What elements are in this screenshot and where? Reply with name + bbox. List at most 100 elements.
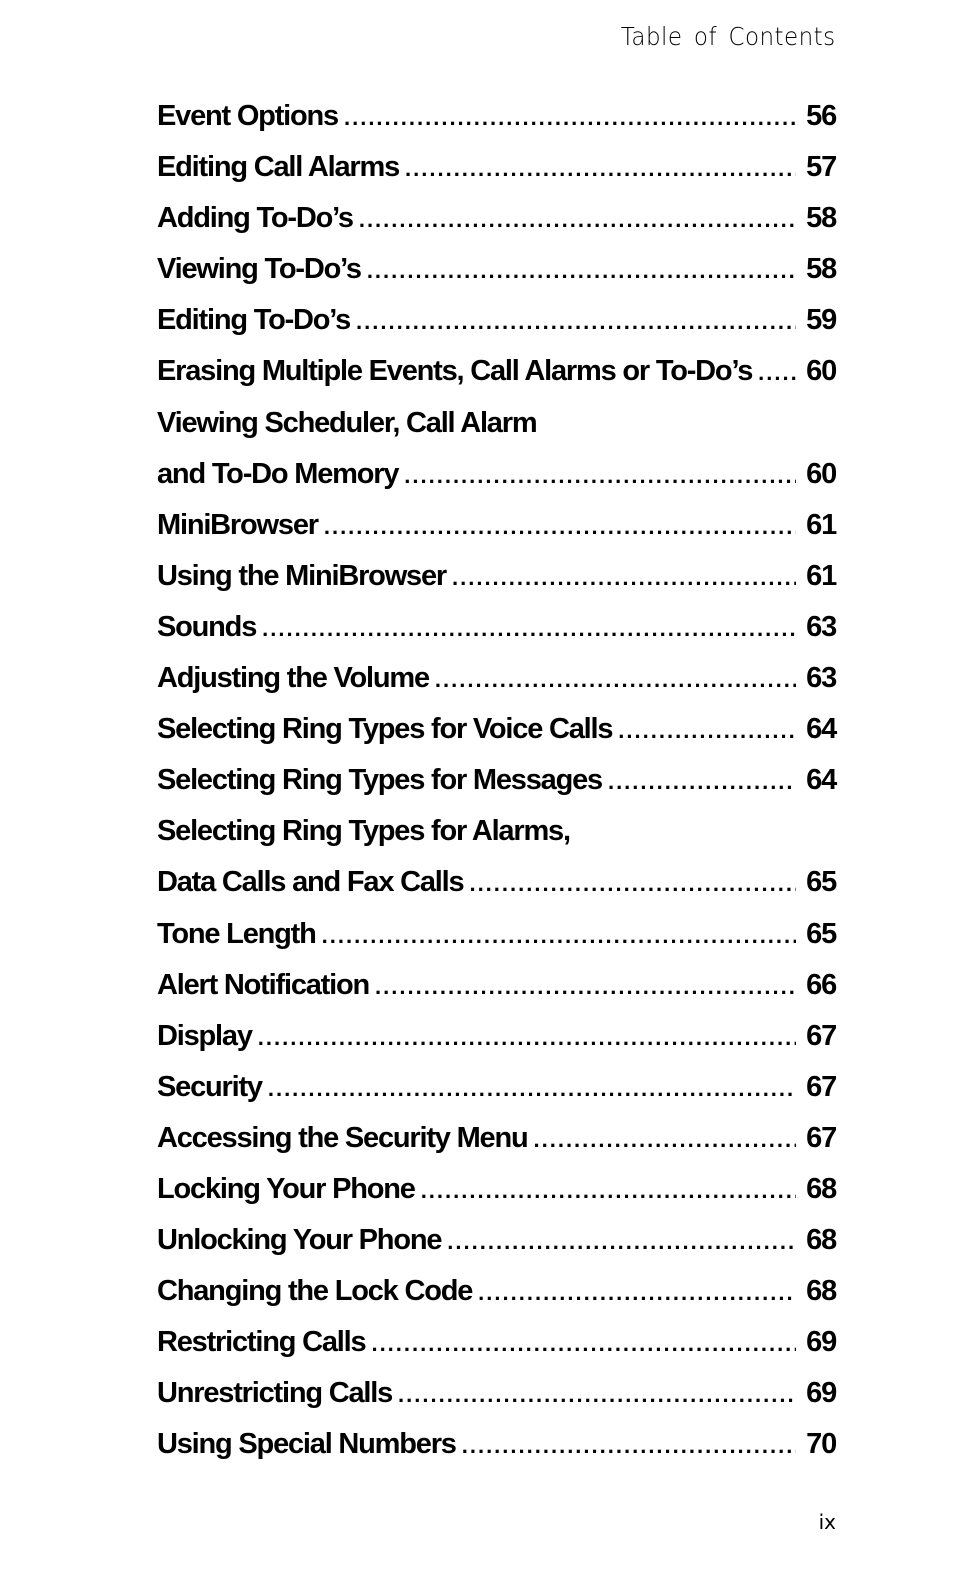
dot-leader [344,105,796,131]
dot-leader [534,1127,797,1153]
dot-leader [478,1280,796,1306]
toc-entry[interactable]: Sounds 63 [157,610,837,662]
dot-leader [404,463,796,489]
toc-entry-title: Accessing the Security Menu [157,1121,529,1154]
dot-leader [375,974,796,1000]
toc-entry[interactable]: Erasing Multiple Events, Call Alarms or … [157,355,837,406]
toc-entry-title: Sounds [157,610,257,643]
toc-entry-page: 60 [806,457,837,490]
toc-entry-page: 59 [806,304,837,337]
dot-leader [258,1025,796,1051]
toc-entry-page: 67 [806,1019,837,1052]
toc-entry-title: Erasing Multiple Events, Call Alarms or … [157,355,753,388]
toc-entry[interactable]: Event Options 56 [157,100,837,151]
toc-entry[interactable]: Using Special Numbers 70 [157,1428,837,1479]
toc-entry-page: 68 [806,1224,837,1257]
running-header: Table of Contents [621,22,836,51]
toc-entry[interactable]: Editing Call Alarms 57 [157,151,837,202]
toc-entry-title: Restricting Calls [157,1326,367,1359]
toc-entry-title: Unlocking Your Phone [157,1224,442,1257]
toc-entry-title: Editing Call Alarms [157,151,400,184]
toc-entry[interactable]: Changing the Lock Code 68 [157,1275,837,1326]
toc-entry-title: Changing the Lock Code [157,1275,473,1308]
table-of-contents: Event Options 56 Editing Call Alarms 57 Addi… [157,100,837,1480]
toc-entry[interactable]: Data Calls and Fax Calls 65 [157,866,837,917]
toc-entry-page: 61 [806,508,837,541]
toc-entry-title: Selecting Ring Types for Alarms, [157,815,571,848]
toc-entry-page: 65 [806,917,837,950]
dot-leader [608,769,796,795]
toc-entry-title: Event Options [157,100,339,132]
toc-entry-page: 57 [806,151,837,184]
toc-entry-page: 69 [806,1377,837,1410]
dot-leader [262,616,796,642]
toc-entry[interactable]: Unrestricting Calls 69 [157,1377,837,1428]
toc-entry-page: 67 [806,1121,837,1154]
toc-entry-page: 63 [806,610,837,643]
toc-entry-page: 58 [806,202,837,235]
dot-leader [405,156,796,182]
page-number: ix [818,1510,836,1534]
toc-entry-page: 60 [806,355,837,388]
toc-entry-title: Editing To-Do’s [157,304,351,337]
dot-leader [398,1382,796,1408]
toc-entry-title: Using Special Numbers [157,1428,457,1461]
toc-entry[interactable]: Selecting Ring Types for Alarms, [157,815,836,866]
toc-entry-title: Display [157,1019,253,1052]
toc-entry-page: 68 [806,1275,837,1308]
toc-entry[interactable]: and To-Do Memory 60 [157,457,837,509]
toc-entry-page: 64 [806,764,837,797]
dot-leader [421,1178,796,1204]
toc-entry[interactable]: Security 67 [157,1070,837,1122]
toc-entry-page: 63 [806,662,837,695]
dot-leader [359,207,796,233]
toc-entry-page: 58 [806,253,837,286]
toc-entry[interactable]: Viewing Scheduler, Call Alarm [157,407,836,458]
toc-entry[interactable]: Selecting Ring Types for Messages 64 [157,764,837,815]
toc-entry-page: 56 [806,100,837,132]
toc-entry[interactable]: Tone Length 65 [157,917,837,969]
toc-entry-title: Security [157,1070,263,1103]
toc-entry-page: 70 [806,1428,837,1461]
dot-leader [462,1433,796,1459]
toc-entry[interactable]: Adding To-Do’s 58 [157,202,837,253]
toc-entry[interactable]: Locking Your Phone 68 [157,1172,837,1224]
toc-entry-page: 64 [806,713,837,746]
toc-entry[interactable]: Unlocking Your Phone 68 [157,1224,837,1275]
toc-entry-title: MiniBrowser [157,508,319,541]
toc-entry[interactable]: MiniBrowser 61 [157,508,837,560]
toc-entry[interactable]: Adjusting the Volume 63 [157,662,837,713]
dot-leader [371,1331,796,1357]
dot-leader [367,258,796,284]
dot-leader [322,923,797,949]
dot-leader [356,309,796,335]
toc-entry-page: 68 [806,1172,837,1205]
toc-entry-title: Viewing To-Do’s [157,253,362,286]
toc-entry-title: Selecting Ring Types for Voice Calls [157,713,613,746]
toc-entry-title: Adding To-Do’s [157,202,354,235]
toc-entry-page: 66 [806,968,837,1001]
toc-entry-title: Alert Notification [157,968,370,1001]
dot-leader [324,514,796,540]
toc-entry-title: Selecting Ring Types for Messages [157,764,603,797]
toc-entry[interactable]: Viewing To-Do’s 58 [157,253,837,304]
toc-entry[interactable]: Selecting Ring Types for Voice Calls 64 [157,713,837,764]
toc-entry-title: Viewing Scheduler, Call Alarm [157,406,538,439]
toc-entry[interactable]: Using the MiniBrowser 61 [157,559,837,611]
dot-leader [618,718,796,744]
toc-entry-title: Tone Length [157,917,317,950]
toc-entry[interactable]: Editing To-Do’s 59 [157,304,837,355]
toc-entry[interactable]: Alert Notification 66 [157,968,837,1020]
toc-entry[interactable]: Restricting Calls 69 [157,1326,837,1377]
toc-entry-title: Locking Your Phone [157,1172,416,1205]
toc-entry-page: 67 [806,1070,837,1103]
dot-leader [435,667,796,693]
dot-leader [469,871,796,897]
toc-entry[interactable]: Display 67 [157,1019,837,1071]
dot-leader [447,1229,796,1255]
dot-leader [452,565,796,591]
toc-entry-title: Using the MiniBrowser [157,559,447,592]
toc-entry-title: Data Calls and Fax Calls [157,866,465,899]
toc-entry[interactable]: Accessing the Security Menu 67 [157,1121,837,1173]
toc-entry-page: 61 [806,559,837,592]
